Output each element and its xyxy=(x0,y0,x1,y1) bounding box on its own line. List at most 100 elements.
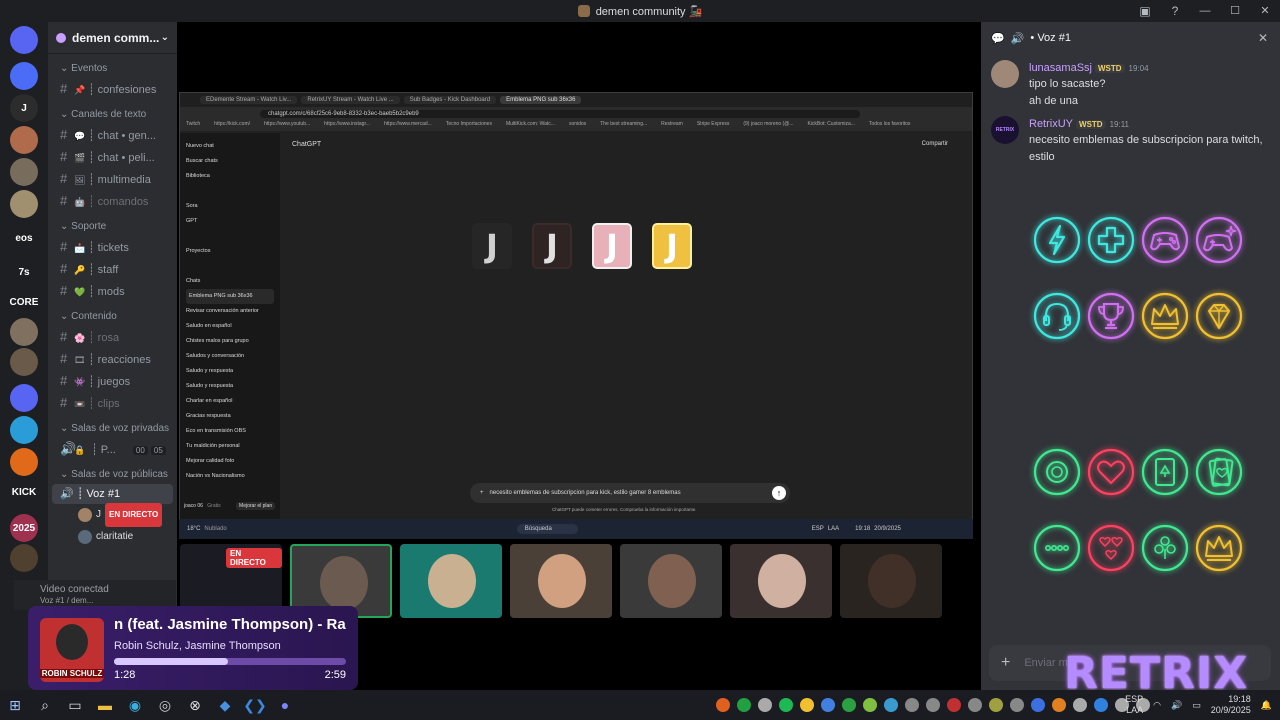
search-icon[interactable]: ⌕ xyxy=(30,690,60,720)
close-icon[interactable]: ✕ xyxy=(1258,31,1268,45)
text-channel[interactable]: # 🤖 ┊ comandos xyxy=(48,190,177,212)
tray-app-icon[interactable] xyxy=(1073,698,1087,712)
discord-logo-icon[interactable] xyxy=(10,26,38,54)
participant-video xyxy=(868,554,916,608)
xbox-icon[interactable]: ⊗ xyxy=(180,690,210,720)
voice-user[interactable]: claritatie xyxy=(48,526,177,548)
username[interactable]: lunasamaSsj xyxy=(1029,62,1092,74)
file-explorer-icon[interactable]: ▬ xyxy=(90,690,120,720)
tray-app-icon[interactable] xyxy=(926,698,940,712)
server-eos-icon[interactable]: eos xyxy=(10,224,38,252)
tray-app-icon[interactable] xyxy=(716,698,730,712)
category-header[interactable]: ⌄ Soporte xyxy=(48,218,177,236)
category-private-voice[interactable]: ⌄ Salas de voz privadas xyxy=(48,420,177,438)
server-diamond-icon[interactable] xyxy=(10,448,38,476)
add-attachment-icon[interactable]: + xyxy=(1001,654,1010,672)
text-channel[interactable]: # 📩 ┊ tickets xyxy=(48,236,177,258)
battery-icon[interactable]: ▭ xyxy=(1192,700,1201,711)
minimize-button[interactable]: — xyxy=(1190,0,1220,22)
vscode-icon[interactable]: ❮❯ xyxy=(240,690,270,720)
notifications-icon[interactable]: 🔔 xyxy=(1261,700,1272,711)
server-core-icon[interactable]: CORE xyxy=(10,288,38,316)
server-icon[interactable] xyxy=(10,62,38,90)
tray-app-icon[interactable] xyxy=(884,698,898,712)
tray-app-icon[interactable] xyxy=(989,698,1003,712)
text-channel[interactable]: # 💬 ┊ chat • gen... xyxy=(48,124,177,146)
tray-app-icon[interactable] xyxy=(758,698,772,712)
tray-app-icon[interactable] xyxy=(800,698,814,712)
bookmark: https://www.mercad... xyxy=(384,121,432,127)
category-header[interactable]: ⌄ Canales de texto xyxy=(48,106,177,124)
tray-app-icon[interactable] xyxy=(842,698,856,712)
category-header[interactable]: ⌄ Eventos xyxy=(48,60,177,78)
server-avatar-icon[interactable]: 2025 xyxy=(10,514,38,542)
text-channel[interactable]: # 📌 ┊ confesiones xyxy=(48,78,177,100)
server-avatar-icon[interactable] xyxy=(10,544,38,572)
tray-app-icon[interactable] xyxy=(905,698,919,712)
wifi-icon[interactable]: ◠ xyxy=(1153,700,1161,711)
text-channel[interactable]: # 👾 ┊ juegos xyxy=(48,370,177,392)
participant-tile[interactable] xyxy=(730,544,832,618)
tray-clock[interactable]: 19:18 20/9/2025 xyxy=(1211,694,1251,716)
participant-tile[interactable] xyxy=(620,544,722,618)
category-header[interactable]: ⌄ Contenido xyxy=(48,308,177,326)
volume-icon[interactable]: 🔊 xyxy=(1171,700,1182,711)
avatar xyxy=(78,530,92,544)
text-channel[interactable]: # 🎬 ┊ chat • peli... xyxy=(48,146,177,168)
text-channel[interactable]: # 🌸 ┊ rosa xyxy=(48,326,177,348)
channel-emoji: 👾 xyxy=(74,377,86,387)
text-channel[interactable]: # 🖼 ┊ multimedia xyxy=(48,168,177,190)
task-view-icon[interactable]: ▭ xyxy=(60,690,90,720)
diamond-icon xyxy=(1195,292,1243,340)
participant-tile[interactable] xyxy=(400,544,502,618)
server-j-icon[interactable]: J xyxy=(10,94,38,122)
stream-view[interactable]: EDemente Stream - Watch Liv... RetrixUY S… xyxy=(177,22,981,522)
server-avatar-icon[interactable] xyxy=(10,318,38,346)
participant-tile[interactable] xyxy=(840,544,942,618)
tray-app-icon[interactable] xyxy=(821,698,835,712)
spotify-icon[interactable] xyxy=(779,698,793,712)
text-channel[interactable]: # 💚 ┊ mods xyxy=(48,280,177,302)
guild-header[interactable]: demen comm... ⌄ xyxy=(48,22,177,54)
start-icon[interactable]: ⊞ xyxy=(0,690,30,720)
tray-app-icon[interactable] xyxy=(1010,698,1024,712)
steam-icon[interactable]: ◎ xyxy=(150,690,180,720)
participant-tile[interactable] xyxy=(510,544,612,618)
server-avatar-icon[interactable] xyxy=(10,158,38,186)
kick-icon[interactable]: KICK xyxy=(10,478,38,506)
username[interactable]: RetrixUY xyxy=(1029,118,1073,130)
category-public-voice[interactable]: ⌄ Salas de voz públicas xyxy=(48,466,177,484)
tray-app-icon[interactable] xyxy=(1031,698,1045,712)
server-avatar-icon[interactable] xyxy=(10,348,38,376)
category-label: Salas de voz privadas xyxy=(71,423,170,434)
app-icon[interactable]: ◆ xyxy=(210,690,240,720)
server-diamond-icon[interactable] xyxy=(10,416,38,444)
folder-icon[interactable] xyxy=(10,384,38,412)
tray-lang[interactable]: ESP LAA xyxy=(1125,694,1143,716)
text-channel[interactable]: # 🔑 ┊ staff xyxy=(48,258,177,280)
voice-channel-private[interactable]: 🔊🔒 ┊ P... 00 05 xyxy=(48,438,177,460)
tray-app-icon[interactable] xyxy=(968,698,982,712)
voice-user[interactable]: J EN DIRECTO xyxy=(48,503,177,527)
category-label: Contenido xyxy=(71,311,117,322)
bluetooth-icon[interactable] xyxy=(1094,698,1108,712)
text-channel[interactable]: # 🎞 ┊ reacciones xyxy=(48,348,177,370)
help-icon[interactable]: ? xyxy=(1160,0,1190,22)
server-7s-icon[interactable]: 7s xyxy=(10,258,38,286)
trophy-icon xyxy=(1087,292,1135,340)
tray-app-icon[interactable] xyxy=(863,698,877,712)
text-channel[interactable]: # 📼 ┊ clips xyxy=(48,392,177,414)
close-window-button[interactable]: ✕ xyxy=(1250,0,1280,22)
discord-icon[interactable]: ● xyxy=(270,690,300,720)
gpt-user-plan: Gratis xyxy=(207,503,221,509)
maximize-button[interactable]: ☐ xyxy=(1220,0,1250,22)
server-avatar-icon[interactable] xyxy=(10,126,38,154)
inbox-icon[interactable]: ▣ xyxy=(1130,0,1160,22)
tray-app-icon[interactable] xyxy=(1052,698,1066,712)
edge-icon[interactable]: ◉ xyxy=(120,690,150,720)
tray-app-icon[interactable] xyxy=(737,698,751,712)
gpt-sidebar-item: Eco en transmisión OBS xyxy=(186,428,246,434)
server-avatar-icon[interactable] xyxy=(10,190,38,218)
tray-app-icon[interactable] xyxy=(947,698,961,712)
voice-channel-active[interactable]: 🔊 ┊ Voz #1 xyxy=(52,484,173,504)
